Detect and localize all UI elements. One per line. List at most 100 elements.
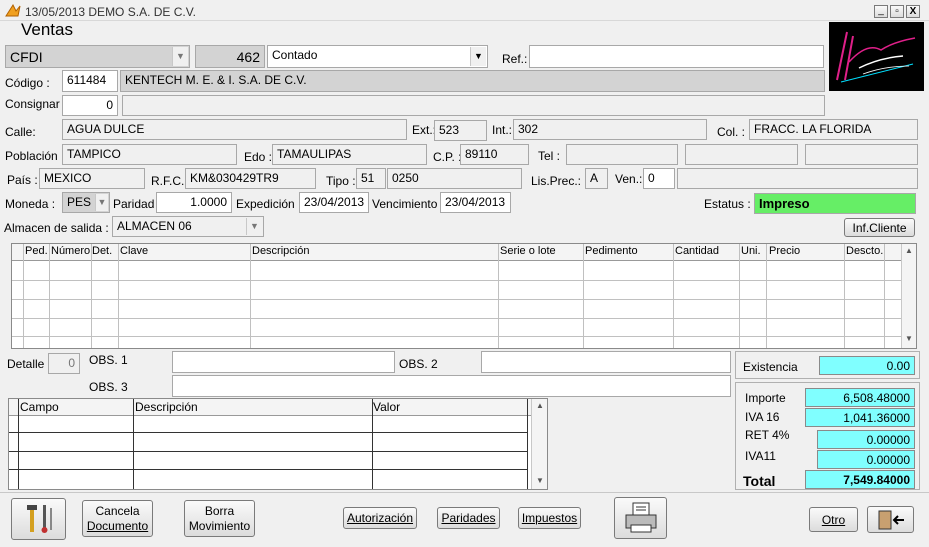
cancel-document-button[interactable]: Cancela Documento — [82, 500, 153, 537]
existencia-panel: Existencia 0.00 — [735, 351, 920, 379]
vencimiento-input[interactable]: 23/04/2013 — [440, 192, 511, 213]
col-campo: Campo — [20, 400, 59, 414]
close-button[interactable]: X — [906, 5, 920, 18]
lisprec-field: A — [585, 168, 608, 189]
obs2-input[interactable] — [481, 351, 731, 373]
ext-label: Ext.: — [412, 123, 437, 137]
total-value: 7,549.84000 — [805, 470, 915, 489]
ret4-label: RET 4% — [745, 428, 790, 442]
document-number: 462 — [195, 45, 265, 68]
consignar-input[interactable]: 0 — [62, 95, 118, 116]
tipo-label: Tipo : — [326, 174, 356, 188]
iva11-label: IVA11 — [745, 449, 776, 463]
col-pedimento: Pedimento — [585, 245, 638, 257]
almacen-select[interactable]: ALMACEN 06 ▼ — [112, 216, 264, 237]
col-serie: Serie o lote — [500, 245, 556, 257]
items-scrollbar[interactable]: ▲ ▼ — [901, 244, 916, 348]
delete-movement-button[interactable]: Borra Movimiento — [184, 500, 255, 537]
tools-icon — [26, 505, 52, 533]
edo-label: Edo : — [244, 150, 273, 164]
col-label: Col. : — [717, 125, 746, 139]
scroll-down-icon[interactable]: ▼ — [905, 334, 913, 343]
fields-grid[interactable]: Campo Descripción Valor ▲ ▼ — [8, 398, 548, 490]
ven-field[interactable]: 0 — [643, 168, 675, 189]
tools-button[interactable] — [11, 498, 66, 540]
moneda-label: Moneda : — [5, 197, 56, 211]
obs1-input[interactable] — [172, 351, 395, 373]
consignar-label: Consignar — [5, 97, 60, 111]
detalle-field: 0 — [48, 353, 80, 374]
impuestos-button[interactable]: Impuestos — [518, 507, 581, 529]
chevron-down-icon: ▼ — [246, 218, 262, 235]
items-grid-header: Ped. Número Det. Clave Descripción Serie… — [12, 244, 902, 261]
company-logo — [829, 22, 924, 91]
pais-label: País : — [7, 173, 38, 187]
obs3-input[interactable] — [172, 375, 731, 397]
payment-select[interactable]: Contado ▼ — [267, 45, 488, 68]
calle-label: Calle: — [5, 125, 36, 139]
fields-scrollbar[interactable]: ▲ ▼ — [531, 399, 547, 489]
col-field-descripcion: Descripción — [135, 400, 198, 414]
tel-field-1 — [566, 144, 678, 165]
title-bar: 13/05/2013 DEMO S.A. DE C.V. _ ▫ X — [0, 0, 929, 21]
fields-grid-header: Campo Descripción Valor — [9, 399, 531, 416]
ret4-value: 0.00000 — [817, 430, 915, 449]
restore-button[interactable]: ▫ — [890, 5, 904, 18]
inf-cliente-button[interactable]: Inf.Cliente — [844, 218, 915, 237]
chevron-down-icon: ▼ — [172, 47, 188, 66]
col-descripcion: Descripción — [252, 245, 310, 257]
poblacion-field: TAMPICO — [62, 144, 237, 165]
payment-value: Contado — [272, 48, 318, 62]
delete-movement-label-1: Borra — [204, 504, 235, 518]
iva16-value: 1,041.36000 — [805, 408, 915, 427]
col-uni: Uni. — [741, 245, 761, 257]
col-cantidad: Cantidad — [675, 245, 720, 257]
paridad-input[interactable]: 1.0000 — [156, 192, 232, 213]
obs2-label: OBS. 2 — [399, 357, 438, 371]
ref-input[interactable] — [529, 45, 824, 68]
scroll-up-icon[interactable]: ▲ — [905, 246, 913, 255]
col-numero: Número — [51, 245, 91, 257]
scroll-down-icon[interactable]: ▼ — [536, 476, 544, 485]
codigo-label: Código : — [5, 76, 50, 90]
chevron-down-icon: ▼ — [470, 47, 486, 66]
otro-button[interactable]: Otro — [809, 507, 858, 532]
paridades-button[interactable]: Paridades — [437, 507, 500, 529]
document-type-value: CFDI — [10, 49, 43, 65]
print-button[interactable] — [614, 497, 667, 539]
obs1-label: OBS. 1 — [89, 353, 128, 367]
cp-field: 89110 — [460, 144, 529, 165]
client-name: KENTECH M. E. & I. S.A. DE C.V. — [120, 70, 825, 92]
ven-label: Ven.: — [615, 172, 643, 186]
existencia-value: 0.00 — [819, 356, 915, 375]
col-precio: Precio — [769, 245, 801, 257]
rfc-field: KM&030429TR9 — [185, 168, 316, 189]
almacen-value: ALMACEN 06 — [117, 219, 192, 233]
col-det: Det. — [92, 245, 113, 257]
iva16-label: IVA 16 — [745, 410, 780, 424]
col-field: FRACC. LA FLORIDA — [749, 119, 918, 140]
delete-movement-label-2: Movimiento — [188, 519, 251, 533]
autorizacion-button[interactable]: Autorización — [343, 507, 417, 529]
calle-field: AGUA DULCE — [62, 119, 407, 140]
moneda-select[interactable]: PES ▼ — [62, 192, 110, 213]
col-descto: Descto. — [846, 245, 884, 257]
document-type-select[interactable]: CFDI ▼ — [5, 45, 190, 68]
codigo-input[interactable]: 611484 — [62, 70, 118, 92]
items-grid[interactable]: Ped. Número Det. Clave Descripción Serie… — [11, 243, 917, 349]
minimize-button[interactable]: _ — [874, 5, 888, 18]
total-label: Total — [743, 473, 776, 489]
scroll-up-icon[interactable]: ▲ — [536, 401, 544, 410]
tel-field-3 — [805, 144, 918, 165]
importe-label: Importe — [745, 391, 786, 405]
edo-field: TAMAULIPAS — [272, 144, 427, 165]
existencia-label: Existencia — [743, 360, 798, 374]
expedicion-input[interactable]: 23/04/2013 — [299, 192, 369, 213]
status-badge: Impreso — [754, 193, 916, 214]
exit-button[interactable] — [867, 506, 914, 533]
moneda-value: PES — [67, 195, 92, 209]
exit-door-icon — [878, 510, 904, 530]
tel-field-2 — [685, 144, 798, 165]
cancel-document-label-2: Documento — [86, 519, 149, 533]
tel-label: Tel : — [538, 149, 561, 163]
